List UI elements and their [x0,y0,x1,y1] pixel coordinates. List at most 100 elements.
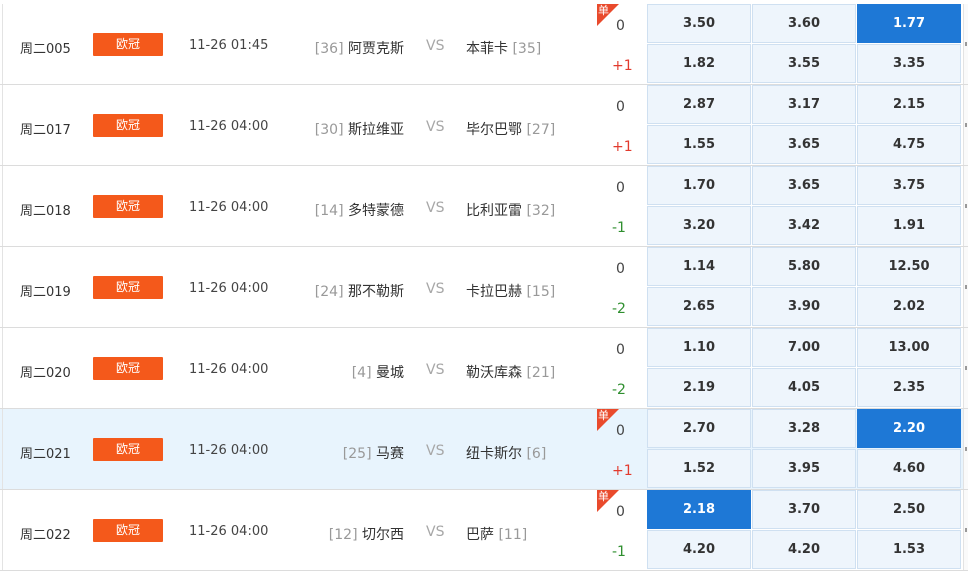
home-team[interactable]: [30] 斯拉维亚 [315,119,404,139]
away-team[interactable]: 卡拉巴赫 [15] [466,281,555,301]
odds-button[interactable]: 2.19 [647,368,751,407]
odds-button[interactable]: 3.55 [752,44,856,83]
odds-grid: 3.50 3.60 1.77 1.82 3.55 3.35 [647,4,968,84]
odds-button[interactable]: 3.90 [752,287,856,326]
odds-grid: 1.14 5.80 12.50 2.65 3.90 2.02 [647,247,968,327]
odds-button[interactable]: 1.55 [647,125,751,164]
odds-button[interactable]: 1.77 [857,4,961,43]
home-team[interactable]: [14] 多特蒙德 [315,200,404,220]
odds-button[interactable]: 3.28 [752,409,856,448]
handicap-zero: 0 [616,423,625,439]
handicap-zero: 0 [616,18,625,34]
odds-button[interactable]: 1.52 [647,449,751,488]
odds-button[interactable]: 4.05 [752,368,856,407]
row-divider [2,328,3,408]
league-badge[interactable]: 欧冠 [93,195,163,218]
away-team[interactable]: 勒沃库森 [21] [466,362,555,382]
single-badge-label: 单 [598,409,609,422]
odds-button[interactable]: 2.35 [857,368,961,407]
handicap-value: -1 [612,220,626,236]
handicap-value: +1 [612,58,633,74]
odds-button[interactable]: 3.60 [752,4,856,43]
odds-button[interactable]: 2.02 [857,287,961,326]
odds-button[interactable]: 2.15 [857,85,961,124]
odds-button[interactable]: 2.70 [647,409,751,448]
away-team[interactable]: 毕尔巴鄂 [27] [466,119,555,139]
league-badge[interactable]: 欧冠 [93,357,163,380]
match-row[interactable]: 周二021 欧冠 11-26 04:00 [25] 马赛 VS 纽卡斯尔 [6]… [0,409,968,490]
vs-label: VS [426,200,445,216]
odds-button[interactable]: 1.91 [857,206,961,245]
odds-button[interactable]: 2.87 [647,85,751,124]
odds-button[interactable]: 3.70 [752,490,856,529]
odds-button[interactable]: 3.75 [857,166,961,205]
odds-button[interactable]: 13.00 [857,328,961,367]
odds-button[interactable]: 4.75 [857,125,961,164]
row-divider [2,490,3,570]
match-row[interactable]: 周二005 欧冠 11-26 01:45 [36] 阿贾克斯 VS 本菲卡 [3… [0,4,968,85]
away-rank: [15] [526,284,556,300]
odds-button[interactable]: 3.35 [857,44,961,83]
match-code: 周二005 [20,42,71,57]
odds-button[interactable]: 1.70 [647,166,751,205]
handicap-zero: 0 [616,99,625,115]
league-badge[interactable]: 欧冠 [93,114,163,137]
handicap-value: -2 [612,301,626,317]
match-row[interactable]: 周二017 欧冠 11-26 04:00 [30] 斯拉维亚 VS 毕尔巴鄂 [… [0,85,968,166]
odds-button[interactable]: 3.20 [647,206,751,245]
away-rank: [27] [526,122,556,138]
match-row[interactable]: 周二018 欧冠 11-26 04:00 [14] 多特蒙德 VS 比利亚雷 [… [0,166,968,247]
away-rank: [6] [526,446,547,462]
away-name: 比利亚雷 [466,203,522,219]
home-team[interactable]: [36] 阿贾克斯 [315,38,404,58]
odds-button[interactable]: 5.80 [752,247,856,286]
odds-button[interactable]: 4.60 [857,449,961,488]
odds-button[interactable]: 1.53 [857,530,961,569]
league-badge[interactable]: 欧冠 [93,33,163,56]
odds-button[interactable]: 2.65 [647,287,751,326]
odds-button[interactable]: 3.42 [752,206,856,245]
vs-label: VS [426,362,445,378]
match-time: 11-26 04:00 [189,443,269,458]
away-team[interactable]: 巴萨 [11] [466,524,527,544]
match-code: 周二018 [20,204,71,219]
handicap-value: -1 [612,544,626,560]
odds-button[interactable]: 2.50 [857,490,961,529]
away-rank: [35] [512,41,542,57]
odds-button[interactable]: 4.20 [752,530,856,569]
odds-button[interactable]: 1.10 [647,328,751,367]
odds-button[interactable]: 7.00 [752,328,856,367]
home-team[interactable]: [12] 切尔西 [329,524,404,544]
odds-button[interactable]: 3.50 [647,4,751,43]
home-team[interactable]: [24] 那不勒斯 [315,281,404,301]
match-row[interactable]: 周二020 欧冠 11-26 04:00 [4] 曼城 VS 勒沃库森 [21]… [0,328,968,409]
away-team[interactable]: 本菲卡 [35] [466,38,541,58]
single-badge-label: 单 [598,4,609,17]
home-team[interactable]: [4] 曼城 [352,362,404,382]
odds-button[interactable]: 4.20 [647,530,751,569]
more-indicator-icon [965,528,967,532]
odds-button[interactable]: 3.65 [752,125,856,164]
league-badge[interactable]: 欧冠 [93,276,163,299]
odds-button[interactable]: 2.20 [857,409,961,448]
handicap-zero: 0 [616,504,625,520]
odds-button[interactable]: 1.82 [647,44,751,83]
home-team[interactable]: [25] 马赛 [343,443,404,463]
home-name: 斯拉维亚 [348,122,404,138]
away-rank: [11] [498,527,528,543]
odds-button[interactable]: 2.18 [647,490,751,529]
vs-label: VS [426,281,445,297]
away-team[interactable]: 比利亚雷 [32] [466,200,555,220]
odds-button[interactable]: 3.17 [752,85,856,124]
odds-button[interactable]: 12.50 [857,247,961,286]
away-team[interactable]: 纽卡斯尔 [6] [466,443,546,463]
match-row[interactable]: 周二022 欧冠 11-26 04:00 [12] 切尔西 VS 巴萨 [11]… [0,490,968,571]
league-badge[interactable]: 欧冠 [93,519,163,542]
home-name: 切尔西 [362,527,404,543]
odds-button[interactable]: 3.95 [752,449,856,488]
vs-label: VS [426,38,445,54]
league-badge[interactable]: 欧冠 [93,438,163,461]
odds-button[interactable]: 3.65 [752,166,856,205]
odds-button[interactable]: 1.14 [647,247,751,286]
match-row[interactable]: 周二019 欧冠 11-26 04:00 [24] 那不勒斯 VS 卡拉巴赫 [… [0,247,968,328]
